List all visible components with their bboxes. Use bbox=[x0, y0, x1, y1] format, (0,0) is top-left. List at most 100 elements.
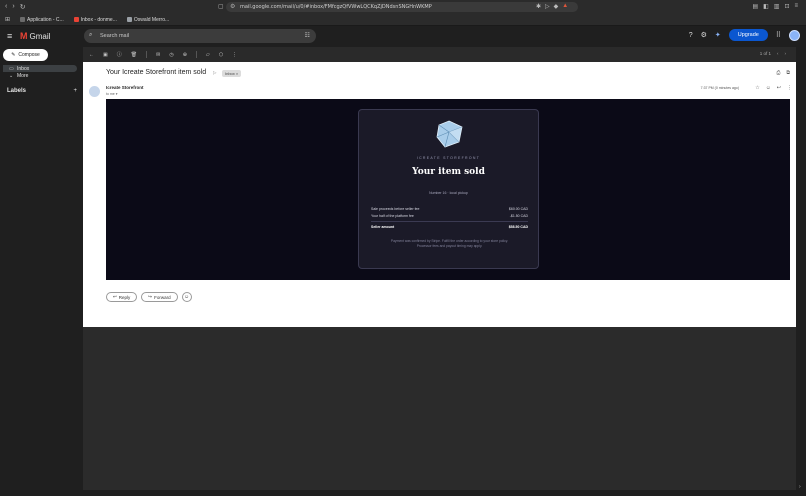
empty-pane-area bbox=[83, 327, 796, 490]
search-options-icon[interactable]: ☷ bbox=[305, 32, 310, 39]
delete-icon[interactable]: 🗑 bbox=[131, 52, 137, 58]
browser-nav: ‹ › ↻ bbox=[0, 3, 140, 11]
sidebar-item-more[interactable]: ⌄ More bbox=[3, 72, 77, 79]
add-label-button[interactable]: + bbox=[73, 88, 77, 94]
chevron-down-icon: ⌄ bbox=[9, 72, 14, 79]
pager: 1 of 1 ‹ › bbox=[760, 51, 786, 56]
reply-actions: ↩ Reply ↪ Forward ☺ bbox=[106, 292, 192, 302]
sidebar-icon[interactable]: ◧ bbox=[763, 3, 769, 10]
gmail-logo[interactable]: M Gmail bbox=[20, 31, 50, 41]
extension-icon[interactable]: ▷ bbox=[545, 3, 550, 10]
line-item-value: -$1.50 CAD bbox=[509, 214, 528, 218]
forward-icon[interactable]: › bbox=[12, 3, 14, 11]
browser-right-icons: ▤ ◧ ▥ ⊡ ≡ bbox=[752, 3, 798, 10]
totals-divider bbox=[371, 221, 528, 222]
address-bar[interactable]: ⚙ mail.google.com/mail/u/0/#inbox/FMfcgz… bbox=[226, 2, 578, 12]
forward-arrow-icon: ↪ bbox=[148, 294, 153, 299]
emoji-icon: ☺ bbox=[184, 294, 190, 300]
toolbar-divider bbox=[146, 51, 148, 58]
payment-note: Payment was confirmed by Stripe. Fulfill… bbox=[371, 239, 528, 249]
more-vert-icon[interactable]: ⋮ bbox=[787, 85, 792, 91]
recipient-details[interactable]: to me ▾ bbox=[106, 92, 117, 96]
app-name: Gmail bbox=[29, 31, 51, 41]
report-spam-icon[interactable]: ⓘ bbox=[117, 51, 122, 58]
gmail-m-icon: M bbox=[20, 31, 28, 41]
inbox-label-chip[interactable]: Inbox × bbox=[222, 70, 242, 77]
apps-icon[interactable]: ⠿ bbox=[776, 31, 781, 39]
site-info-icon[interactable]: ⚙ bbox=[230, 3, 235, 10]
reader-icon[interactable]: ▤ bbox=[752, 3, 758, 10]
extension-icons: ✱ ▷ ◆ ▲ bbox=[536, 3, 568, 10]
back-icon[interactable]: ‹ bbox=[5, 3, 7, 11]
bookmark-inbox[interactable]: Inbox - donme... bbox=[73, 17, 117, 23]
prev-page-icon[interactable]: ‹ bbox=[777, 51, 779, 56]
sidebar-item-label: More bbox=[17, 72, 29, 79]
add-task-icon[interactable]: ⊕ bbox=[183, 52, 187, 58]
total-line: Seller amount $58.50 CAD bbox=[371, 225, 528, 229]
bookmark-label: Oswald Merro... bbox=[133, 16, 170, 23]
message-timestamp: 7:37 PM (0 minutes ago) bbox=[700, 86, 739, 90]
shield-icon[interactable]: ◆ bbox=[554, 3, 559, 10]
apps-grid-icon[interactable]: ⊞ bbox=[5, 16, 10, 23]
important-marker-icon[interactable]: ▷ bbox=[213, 70, 216, 76]
menu-icon[interactable]: ≡ bbox=[794, 3, 798, 10]
sender-avatar[interactable] bbox=[89, 86, 100, 97]
payment-note-line: Processor fees and payout timing may app… bbox=[416, 244, 483, 248]
sidebar-item-inbox[interactable]: ▭ Inbox bbox=[3, 65, 77, 72]
reload-icon[interactable]: ↻ bbox=[20, 3, 26, 11]
gmail-favicon bbox=[73, 17, 79, 22]
reply-icon: ↩ bbox=[113, 294, 117, 299]
upgrade-button[interactable]: Upgrade bbox=[728, 29, 768, 41]
sidebar-item-label: Inbox bbox=[17, 65, 30, 72]
url-text: mail.google.com/mail/u/0/#inbox/FMfcgzQf… bbox=[240, 4, 432, 10]
archive-icon[interactable]: ▣ bbox=[103, 52, 108, 58]
snooze-icon[interactable]: ◷ bbox=[169, 52, 173, 58]
header-actions: ? ⚙ ✦ Upgrade ⠿ bbox=[689, 29, 800, 41]
extension-icon[interactable]: ✱ bbox=[536, 3, 541, 10]
line-item-label: Sale proceeds before seller fee bbox=[371, 207, 420, 211]
cube-logo-icon bbox=[436, 120, 463, 148]
emoji-react-icon[interactable]: ☺ bbox=[766, 85, 771, 91]
alert-icon[interactable]: ▲ bbox=[562, 3, 568, 10]
forward-button[interactable]: ↪ Forward bbox=[141, 292, 178, 302]
reply-button[interactable]: ↩ Reply bbox=[106, 292, 138, 302]
expand-side-panel-icon[interactable]: › bbox=[799, 484, 801, 490]
compose-button[interactable]: ✎ Compose bbox=[3, 49, 48, 61]
line-item: Your half of the platform fee -$1.50 CAD bbox=[371, 214, 528, 218]
bookmark-oswald[interactable]: Oswald Merro... bbox=[126, 16, 170, 23]
bookmark-label: Application - C... bbox=[27, 16, 64, 23]
move-to-icon[interactable]: ▱ bbox=[206, 52, 210, 58]
labels-heading: Labels bbox=[7, 88, 27, 94]
subject-actions: ⎙ ⧉ bbox=[776, 70, 790, 76]
mark-unread-icon[interactable]: ✉ bbox=[156, 52, 160, 58]
search-input[interactable]: ⌕ Search mail ☷ bbox=[84, 29, 316, 43]
extensions-icon[interactable]: ⊡ bbox=[784, 3, 789, 10]
sender-name[interactable]: Icreate Storefront bbox=[106, 85, 144, 90]
gear-icon[interactable]: ⚙ bbox=[701, 31, 707, 39]
split-icon[interactable]: ▥ bbox=[774, 3, 780, 10]
help-icon[interactable]: ? bbox=[689, 32, 693, 39]
print-icon[interactable]: ⎙ bbox=[776, 70, 780, 76]
star-icon[interactable]: ☆ bbox=[755, 85, 759, 91]
reply-icon[interactable]: ↩ bbox=[777, 85, 781, 91]
label-icon[interactable]: ⬡ bbox=[219, 52, 223, 58]
back-arrow-icon[interactable]: ← bbox=[89, 52, 94, 58]
bookmark-favicon bbox=[20, 17, 26, 22]
main-menu-icon[interactable]: ≡ bbox=[7, 31, 12, 41]
line-item-value: $60.00 CAD bbox=[508, 207, 528, 211]
more-vert-icon[interactable]: ⋮ bbox=[232, 52, 237, 58]
avatar[interactable] bbox=[789, 29, 800, 41]
compose-label: Compose bbox=[18, 52, 40, 58]
labels-section: Labels + bbox=[7, 88, 77, 94]
open-new-window-icon[interactable]: ⧉ bbox=[786, 70, 790, 76]
bookmark-page-icon[interactable]: ▢ bbox=[218, 3, 224, 10]
message-view: Your Icreate Storefront item sold ▷ Inbo… bbox=[83, 62, 796, 327]
bookmark-application[interactable]: Application - C... bbox=[20, 17, 64, 23]
gemini-icon[interactable]: ✦ bbox=[715, 31, 721, 39]
emoji-react-button[interactable]: ☺ bbox=[181, 292, 192, 302]
search-icon[interactable]: ⌕ bbox=[89, 32, 92, 39]
line-item: Sale proceeds before seller fee $60.00 C… bbox=[371, 207, 528, 211]
bookmarks-bar: ⊞ Application - C... Inbox - donme... Os… bbox=[0, 14, 806, 26]
message-actions: ☆ ☺ ↩ ⋮ bbox=[755, 85, 792, 91]
next-page-icon[interactable]: › bbox=[785, 51, 787, 56]
